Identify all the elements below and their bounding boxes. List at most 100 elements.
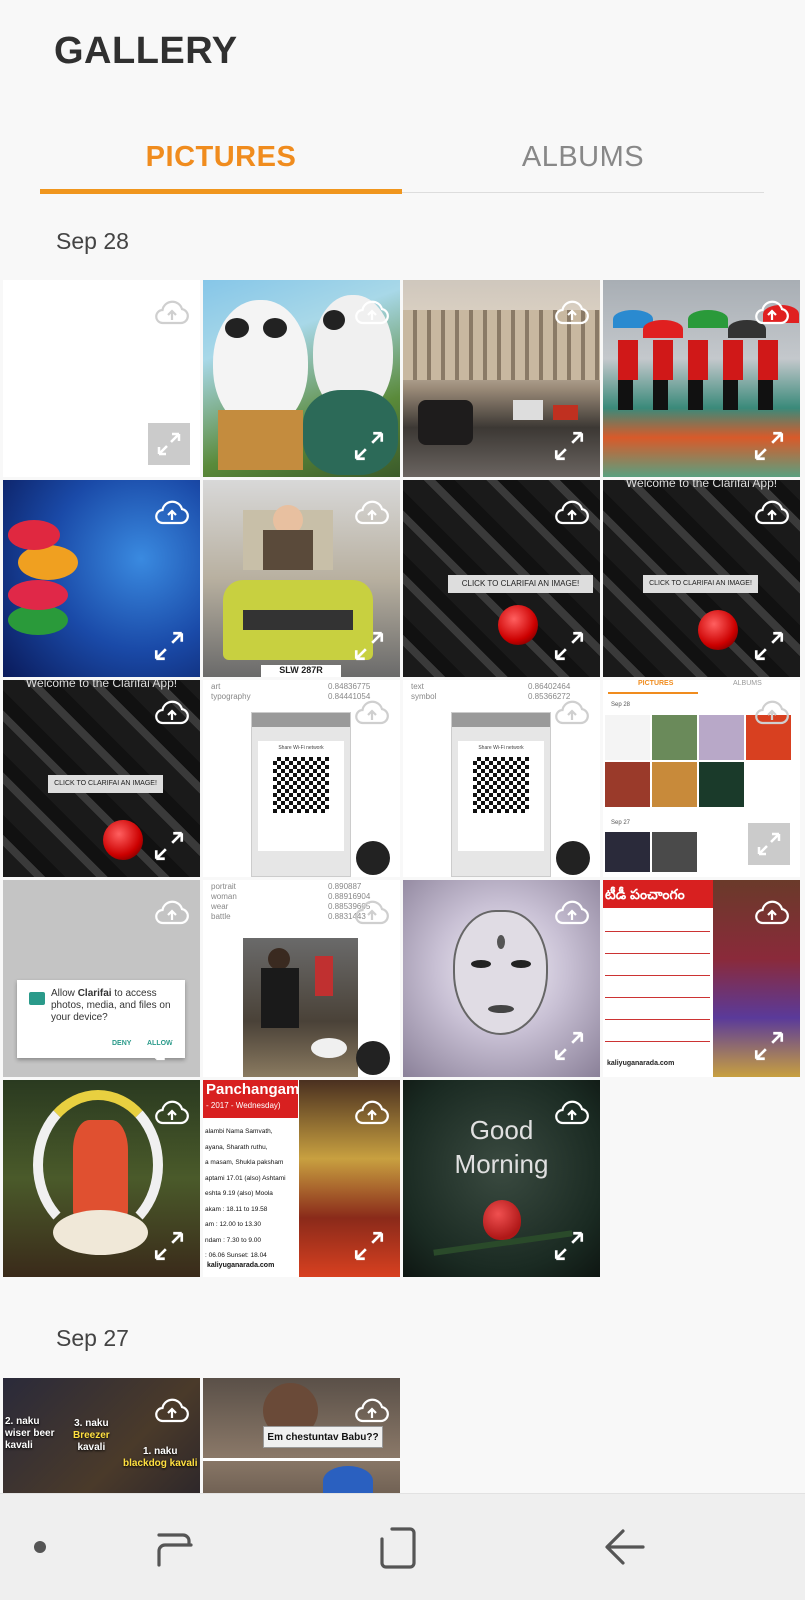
- photo-grid-sep-28: SLW 287R CLICK TO CLARIFAI AN IMAGE! Wel…: [3, 280, 803, 1283]
- system-navigation-bar: [0, 1493, 805, 1600]
- tag-score: 0.86402464: [528, 682, 571, 691]
- clarifai-button-label: CLICK TO CLARIFAI AN IMAGE!: [48, 775, 163, 793]
- cloud-upload-icon: [355, 900, 389, 925]
- photo-tile[interactable]: Panchangam - 2017 - Wednesday) alambi Na…: [203, 1080, 400, 1277]
- mini-tab-label: ALBUMS: [733, 680, 762, 687]
- section-date-sep-27: Sep 27: [56, 1325, 129, 1351]
- panchangam-title: Panchangam: [206, 1081, 300, 1098]
- photo-tile[interactable]: Allow Clarifai to access photos, media, …: [3, 880, 200, 1077]
- expand-icon[interactable]: [152, 1029, 186, 1063]
- recent-apps-button[interactable]: [135, 1512, 215, 1582]
- expand-icon[interactable]: [352, 429, 386, 463]
- expand-icon[interactable]: [152, 1229, 186, 1263]
- expand-icon[interactable]: [752, 1029, 786, 1063]
- cloud-upload-icon: [355, 700, 389, 725]
- photo-tile[interactable]: Em chestuntav Babu??: [203, 1378, 400, 1493]
- photo-tile[interactable]: [203, 280, 400, 477]
- clarifai-button-label: CLICK TO CLARIFAI AN IMAGE!: [643, 575, 758, 593]
- cloud-upload-icon: [155, 1100, 189, 1125]
- tag-label: wear: [211, 902, 229, 911]
- cloud-upload-icon: [555, 900, 589, 925]
- tab-albums[interactable]: ALBUMS: [402, 120, 764, 194]
- tag-score: 0.890887: [328, 882, 362, 891]
- cloud-upload-icon: [555, 1100, 589, 1125]
- expand-icon[interactable]: [352, 629, 386, 663]
- tag-label: symbol: [411, 692, 437, 701]
- photo-grid-sep-27: 2. naku wiser beer kavali 3. naku Breezer ka…: [3, 1378, 803, 1493]
- dialog-app-name: Clarifai: [77, 988, 112, 999]
- gallery-screen: GALLERY PICTURES ALBUMS Sep 28 SLW 287R …: [0, 0, 805, 1600]
- expand-icon[interactable]: [752, 629, 786, 663]
- meme-text: 1. naku: [143, 1446, 178, 1457]
- tag-score: 0.84836775: [328, 682, 371, 691]
- tag-label: woman: [211, 892, 237, 901]
- meme-text: wiser beer: [5, 1428, 55, 1439]
- photo-tile[interactable]: text symbol 0.86402464 0.85366272 Share Wi…: [403, 680, 600, 877]
- photo-tile[interactable]: [603, 280, 800, 477]
- cloud-upload-icon: [555, 700, 589, 725]
- photo-tile[interactable]: [403, 280, 600, 477]
- tab-active-indicator: [40, 189, 402, 194]
- back-button[interactable]: [585, 1512, 665, 1582]
- photo-tile[interactable]: portrait woman wear battle 0.890887 0.889169…: [203, 880, 400, 1077]
- home-button[interactable]: [358, 1512, 438, 1582]
- photo-tile[interactable]: Welcome to the Clarifai App! CLICK TO CL…: [603, 480, 800, 677]
- upload-status-icon: [556, 841, 590, 875]
- welcome-text: Welcome to the Clarifai App!: [25, 680, 178, 690]
- cloud-upload-icon: [155, 300, 189, 325]
- photo-tile[interactable]: art typography 0.84836775 0.84441054 Share…: [203, 680, 400, 877]
- expand-icon[interactable]: [148, 423, 190, 465]
- telugu-title: టీడీ పంచాంగం: [603, 880, 713, 908]
- meme-text: Breezer: [73, 1430, 110, 1441]
- photo-tile[interactable]: SLW 287R: [203, 480, 400, 677]
- photo-tile[interactable]: [3, 1080, 200, 1277]
- cloud-upload-icon: [155, 700, 189, 725]
- cloud-upload-icon: [555, 500, 589, 525]
- tab-pictures[interactable]: PICTURES: [40, 120, 402, 194]
- photo-tile[interactable]: [3, 280, 200, 477]
- tag-label: battle: [211, 912, 231, 921]
- photo-tile[interactable]: [3, 480, 200, 677]
- expand-icon[interactable]: [552, 429, 586, 463]
- expand-icon[interactable]: [552, 1229, 586, 1263]
- expand-icon[interactable]: [152, 629, 186, 663]
- panchangam-url: kaliyuganarada.com: [207, 1262, 275, 1269]
- nav-dot-button[interactable]: [0, 1512, 80, 1582]
- cloud-upload-icon: [755, 500, 789, 525]
- photo-tile[interactable]: CLICK TO CLARIFAI AN IMAGE!: [403, 480, 600, 677]
- photo-tile[interactable]: Welcome to the Clarifai App! CLICK TO CL…: [3, 680, 200, 877]
- cloud-upload-icon: [355, 500, 389, 525]
- cloud-upload-icon: [155, 900, 189, 925]
- expand-icon[interactable]: [352, 1229, 386, 1263]
- meme-caption: Em chestuntav Babu??: [263, 1426, 383, 1448]
- cloud-upload-icon: [755, 300, 789, 325]
- photo-tile[interactable]: 2. naku wiser beer kavali 3. naku Breezer ka…: [3, 1378, 200, 1493]
- mini-tab-label: PICTURES: [638, 680, 674, 687]
- upload-status-icon: [356, 841, 390, 875]
- photo-tile[interactable]: Good Morning: [403, 1080, 600, 1277]
- photo-tile[interactable]: టీడీ పంచాంగం kaliyuganarada.com: [603, 880, 800, 1077]
- good-morning-text-2: Morning: [454, 1149, 549, 1179]
- cloud-upload-icon: [755, 700, 789, 725]
- expand-icon[interactable]: [552, 629, 586, 663]
- meme-text: kavali: [5, 1440, 33, 1451]
- expand-icon[interactable]: [152, 829, 186, 863]
- panchangam-subtitle: - 2017 - Wednesday): [206, 1101, 281, 1110]
- dot-icon: [34, 1541, 46, 1553]
- recent-apps-icon: [157, 1533, 193, 1567]
- photo-tile[interactable]: PICTURES ALBUMS Sep 28 Sep 27: [603, 680, 800, 877]
- car-plate-text: SLW 287R: [261, 665, 341, 677]
- photo-tile[interactable]: [403, 880, 600, 1077]
- home-icon: [380, 1527, 416, 1569]
- wifi-title: Share Wi-Fi network: [478, 745, 524, 751]
- tag-label: typography: [211, 692, 251, 701]
- mini-date: Sep 27: [611, 820, 631, 826]
- cloud-upload-icon: [555, 300, 589, 325]
- dialog-deny-button: DENY: [112, 1040, 132, 1047]
- expand-icon[interactable]: [552, 1029, 586, 1063]
- expand-icon[interactable]: [748, 823, 790, 865]
- dialog-message: Allow: [51, 988, 78, 999]
- tag-label: art: [211, 682, 221, 691]
- mini-date: Sep 28: [611, 702, 631, 708]
- expand-icon[interactable]: [752, 429, 786, 463]
